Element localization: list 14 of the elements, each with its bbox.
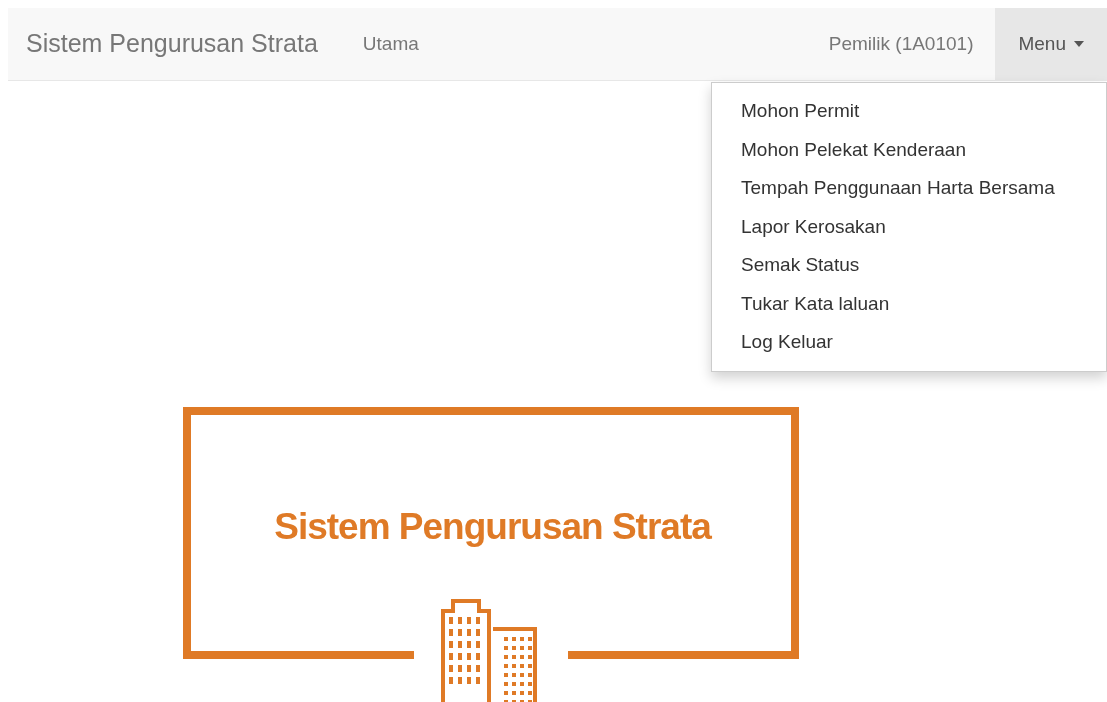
caret-icon <box>1074 41 1084 47</box>
menu-button[interactable]: Menu <box>995 8 1107 80</box>
menu-item[interactable]: Mohon Pelekat Kenderaan <box>712 130 1106 169</box>
menu-item[interactable]: Semak Status <box>712 246 1106 285</box>
brand-link[interactable]: Sistem Pengurusan Strata <box>8 8 363 80</box>
building-icon <box>440 599 537 702</box>
menu-item[interactable]: Tukar Kata laluan <box>712 284 1106 323</box>
menu-item[interactable]: Tempah Penggunaan Harta Bersama <box>712 169 1106 208</box>
logo-title: Sistem Pengurusan Strata <box>274 505 711 549</box>
menu-item[interactable]: Log Keluar <box>712 323 1106 362</box>
nav-link[interactable]: Utama <box>362 8 419 80</box>
user-link[interactable]: Pemilik (1A0101) <box>806 8 996 80</box>
menu-item[interactable]: Lapor Kerosakan <box>712 207 1106 246</box>
menu-item[interactable]: Mohon Permit <box>712 92 1106 131</box>
